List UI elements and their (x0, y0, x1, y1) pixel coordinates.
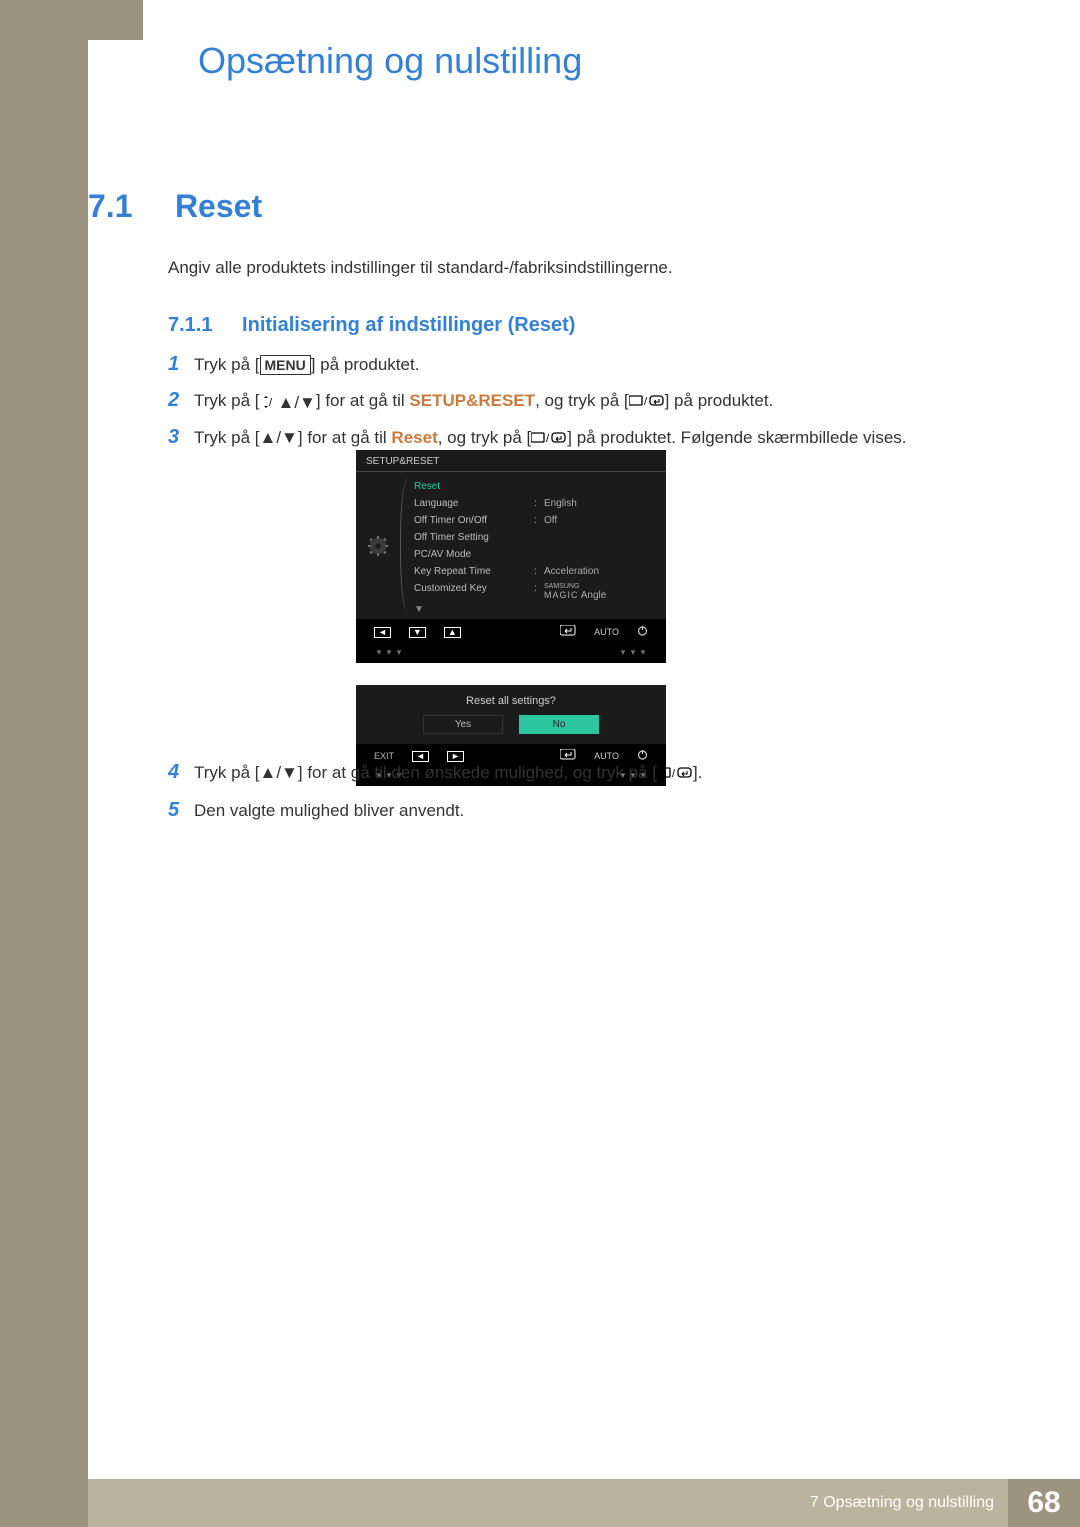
step-text: Tryk på [▲/▼] for at gå til Reset, og tr… (194, 425, 907, 453)
highlight-reset: Reset (391, 428, 437, 447)
step-3: 3 Tryk på [▲/▼] for at gå til Reset, og … (168, 425, 998, 453)
scroll-down-icon: ▼ (404, 604, 658, 615)
samsung-magic-angle: SAMSUNGMAGIC Angle (544, 583, 606, 601)
step-text: Tryk på [▲/▼] for at gå til den ønskede … (194, 760, 702, 788)
step-2: 2 Tryk på [/▲/▼] for at gå til SETUP&RES… (168, 388, 998, 416)
section-number: 7.1 (88, 188, 132, 224)
power-icon (637, 625, 648, 639)
yes-button: Yes (423, 715, 503, 734)
osd-list: Reset Language:English Off Timer On/Off:… (400, 472, 666, 619)
source-enter-icon: / (531, 427, 567, 453)
osd-button-row: ◄ ▼ ▲ AUTO (356, 619, 666, 645)
confirm-question: Reset all settings? (356, 685, 666, 715)
osd-item-pc-av-mode: PC/AV Mode (404, 546, 658, 563)
enter-icon (560, 625, 576, 639)
section-title: Reset (175, 188, 262, 224)
osd-screenshots: SETUP&RESET Reset Language:English Off T… (356, 450, 666, 786)
step-1: 1 Tryk på [MENU] på produktet. (168, 352, 998, 378)
down-arrow-icon: ▼ (409, 627, 426, 638)
osd-item-customized-key: Customized Key:SAMSUNGMAGIC Angle (404, 580, 658, 604)
gear-icon (356, 472, 400, 619)
chapter-title: Opsætning og nulstilling (198, 40, 582, 82)
step-5: 5 Den valgte mulighed bliver anvendt. (168, 798, 998, 824)
header-band (88, 0, 143, 40)
footer: 7 Opsætning og nulstilling 68 (88, 1479, 1080, 1527)
highlight-setup-reset: SETUP&RESET (409, 391, 535, 410)
osd-title: SETUP&RESET (356, 450, 666, 471)
no-button: No (519, 715, 599, 734)
osd-setup-reset: SETUP&RESET Reset Language:English Off T… (356, 450, 666, 663)
footer-chapter-text: 7 Opsætning og nulstilling (810, 1494, 1008, 1512)
osd-item-off-timer-on-off: Off Timer On/Off:Off (404, 512, 658, 529)
up-down-arrow-icon: /▲/▼ (260, 390, 316, 416)
step-text: Tryk på [MENU] på produktet. (194, 352, 419, 378)
svg-text:/: / (644, 396, 648, 408)
step-text: Tryk på [/▲/▼] for at gå til SETUP&RESET… (194, 388, 773, 416)
osd-item-key-repeat-time: Key Repeat Time:Acceleration (404, 563, 658, 580)
step-4: 4 Tryk på [▲/▼] for at gå til den ønsked… (168, 760, 998, 788)
up-down-arrow-icon: ▲/▼ (260, 763, 298, 782)
source-enter-icon: / (629, 390, 665, 416)
steps-list-lower: 4 Tryk på [▲/▼] for at gå til den ønsked… (168, 760, 998, 833)
step-number: 2 (168, 389, 194, 412)
osd-item-off-timer-setting: Off Timer Setting (404, 529, 658, 546)
steps-list: 1 Tryk på [MENU] på produktet. 2 Tryk på… (168, 352, 998, 463)
subsection-heading: 7.1.1 Initialisering af indstillinger (R… (168, 314, 575, 337)
auto-label: AUTO (594, 627, 619, 637)
subsection-number: 7.1.1 (168, 314, 212, 336)
svg-text:/: / (672, 768, 676, 780)
sidebar-band (0, 0, 88, 1527)
svg-text:/: / (269, 397, 273, 408)
left-arrow-icon: ◄ (374, 627, 391, 638)
osd-item-language: Language:English (404, 495, 658, 512)
source-enter-icon: / (657, 762, 693, 788)
step-number: 5 (168, 799, 194, 822)
page-number: 68 (1008, 1479, 1080, 1527)
step-number: 4 (168, 761, 194, 784)
up-arrow-icon: ▲ (444, 627, 461, 638)
step-text: Den valgte mulighed bliver anvendt. (194, 798, 464, 824)
up-down-arrow-icon: ▲/▼ (260, 428, 298, 447)
section-heading: 7.1 Reset (88, 188, 262, 225)
subsection-title: Initialisering af indstillinger (Reset) (242, 314, 575, 336)
step-number: 1 (168, 353, 194, 376)
osd-item-reset: Reset (404, 478, 658, 495)
section-description: Angiv alle produktets indstillinger til … (168, 258, 673, 278)
menu-button-label: MENU (260, 355, 311, 375)
step-number: 3 (168, 426, 194, 449)
svg-text:/: / (546, 433, 550, 445)
